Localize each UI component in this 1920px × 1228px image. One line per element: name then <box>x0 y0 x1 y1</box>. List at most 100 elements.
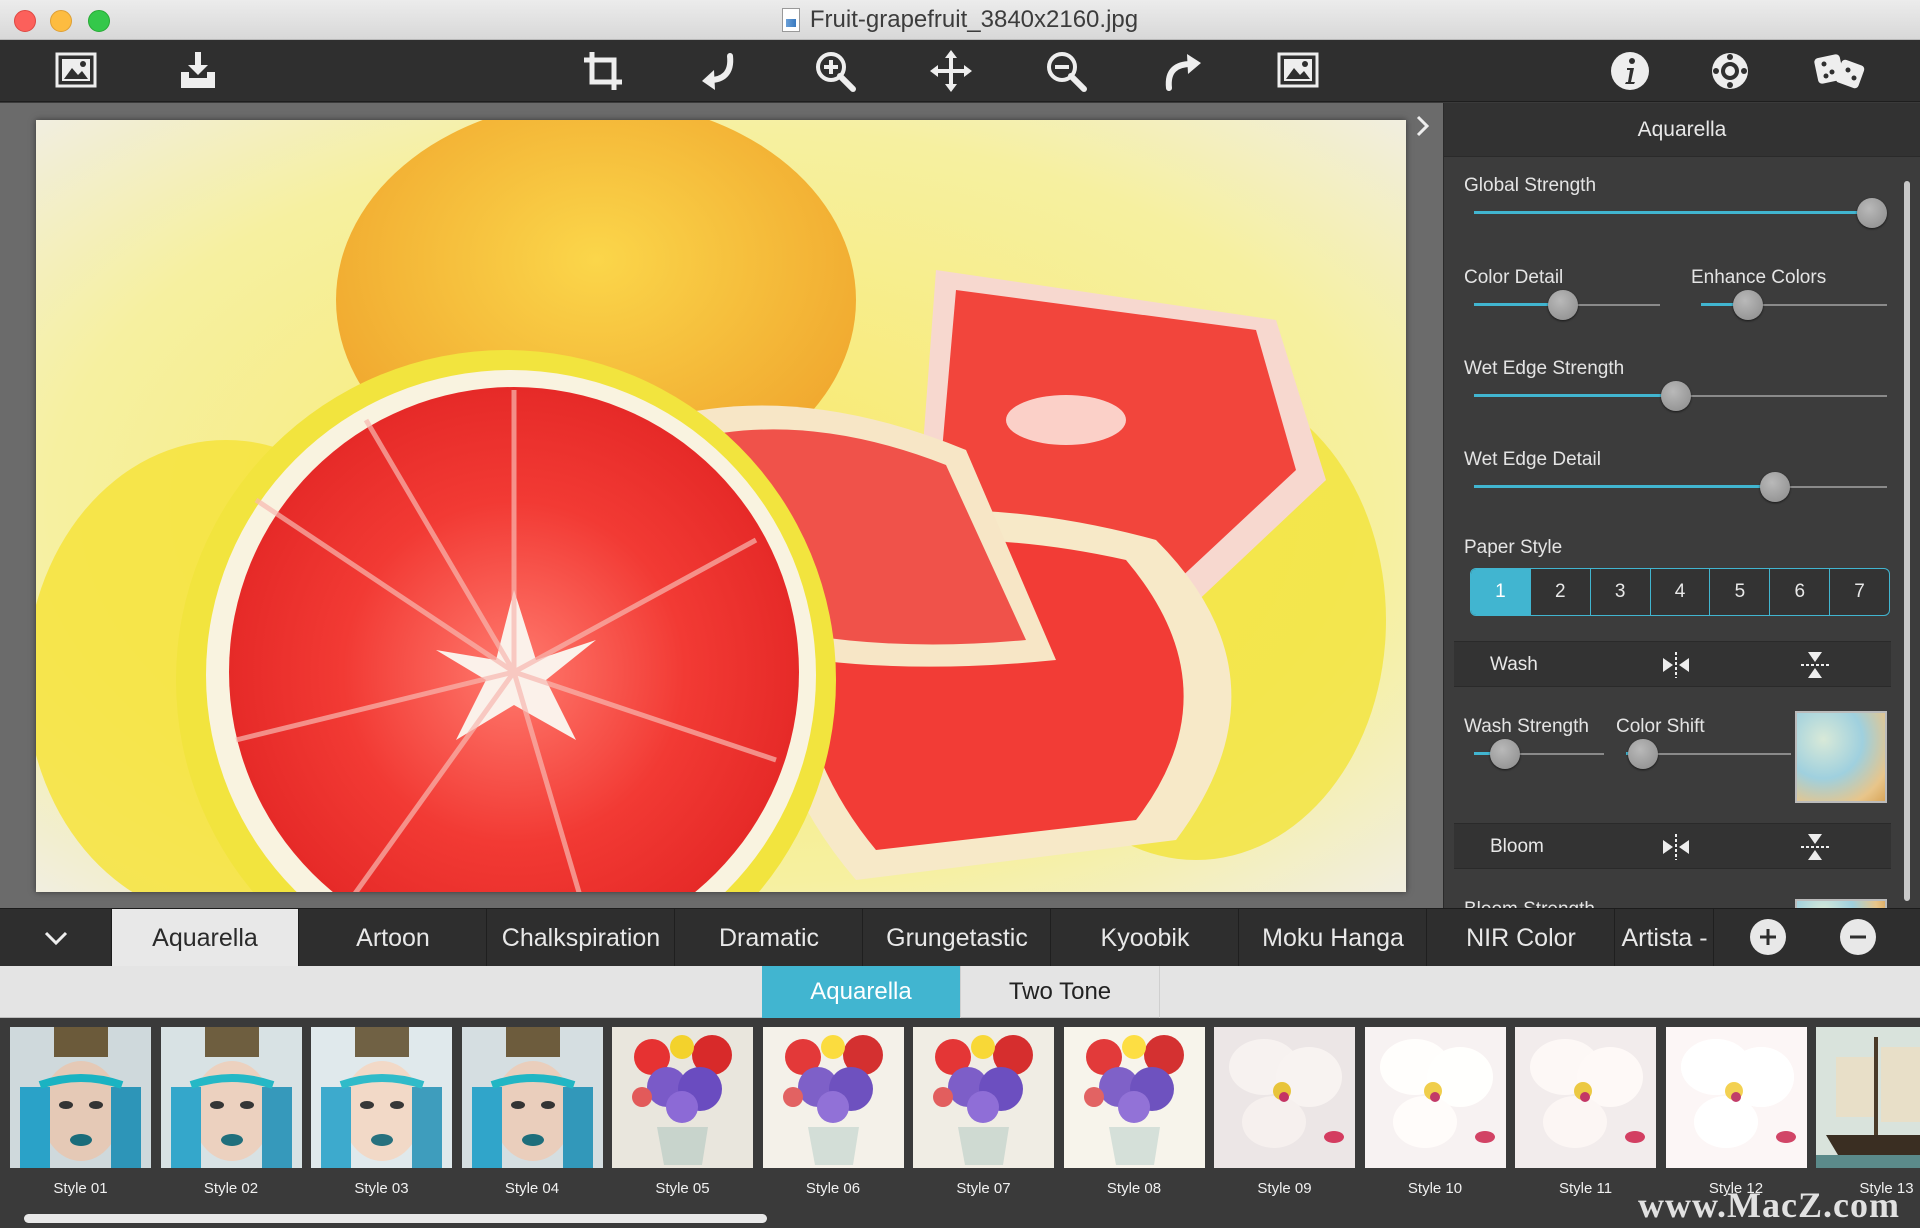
subtab-aquarella[interactable]: Aquarella <box>762 966 961 1018</box>
slider-knob[interactable] <box>1548 290 1579 320</box>
plus-icon <box>1760 929 1776 945</box>
enhance-colors-label: Enhance Colors <box>1691 267 1827 288</box>
info-button[interactable] <box>1600 46 1660 96</box>
style-thumbnail-label: Style 01 <box>53 1180 108 1197</box>
category-tab-grungetastic[interactable]: Grungetastic <box>864 909 1051 967</box>
crop-icon <box>584 52 622 90</box>
redo-button[interactable] <box>1152 46 1212 96</box>
category-tab-chalkspiration[interactable]: Chalkspiration <box>488 909 675 967</box>
wash-label: Wash <box>1490 654 1538 675</box>
style-preview-image <box>762 1027 904 1168</box>
style-thumbnail[interactable] <box>10 1027 151 1168</box>
open-image-button[interactable] <box>46 46 106 96</box>
bloom-section-header[interactable]: Bloom <box>1454 823 1891 869</box>
style-thumbnail[interactable] <box>1063 1027 1205 1168</box>
paper-style-option-5[interactable]: 5 <box>1709 569 1769 615</box>
style-preview-image <box>1816 1027 1920 1168</box>
style-thumbnail-label: Style 07 <box>956 1180 1011 1197</box>
flip-horizontal-icon[interactable] <box>1660 832 1692 862</box>
slider-knob[interactable] <box>1661 381 1692 411</box>
wet-edge-detail-slider[interactable] <box>1474 472 1887 502</box>
wet-edge-strength-slider[interactable] <box>1474 381 1887 411</box>
info-icon <box>1611 52 1649 90</box>
global-strength-slider[interactable] <box>1474 198 1887 228</box>
style-thumbnail[interactable] <box>160 1027 302 1168</box>
random-button[interactable] <box>1810 46 1870 96</box>
paper-style-option-7[interactable]: 7 <box>1829 569 1889 615</box>
zoom-in-button[interactable] <box>805 46 865 96</box>
subtab-two-tone[interactable]: Two Tone <box>961 966 1160 1018</box>
watermark-text: www.MacZ.com <box>1638 1185 1900 1225</box>
fit-image-button[interactable] <box>1268 46 1328 96</box>
style-thumbnail[interactable] <box>1214 1027 1355 1168</box>
style-preview-image <box>1665 1027 1807 1168</box>
panel-scrollbar[interactable] <box>1904 181 1910 901</box>
style-thumbnail[interactable] <box>1515 1027 1656 1168</box>
style-thumbnail[interactable] <box>1364 1027 1506 1168</box>
window-title-group: Fruit-grapefruit_3840x2160.jpg <box>0 0 1920 40</box>
style-thumbnail-label: Style 06 <box>805 1180 861 1197</box>
paper-style-option-6[interactable]: 6 <box>1769 569 1829 615</box>
style-thumbnail[interactable] <box>311 1027 452 1168</box>
slider-knob[interactable] <box>1760 472 1791 502</box>
zoom-out-button[interactable] <box>1036 46 1096 96</box>
bloom-texture-swatch[interactable] <box>1795 899 1887 908</box>
paper-style-option-3[interactable]: 3 <box>1589 569 1650 615</box>
random-dice-icon <box>1814 54 1865 89</box>
wash-texture-swatch[interactable] <box>1795 711 1887 803</box>
redo-icon <box>1165 54 1201 91</box>
style-thumbnail[interactable] <box>1665 1027 1807 1168</box>
pan-button[interactable] <box>921 46 981 96</box>
category-tab-dramatic[interactable]: Dramatic <box>676 909 863 967</box>
paper-style-option-2[interactable]: 2 <box>1529 569 1590 615</box>
color-shift-label: Color Shift <box>1616 716 1705 737</box>
wash-section-header[interactable]: Wash <box>1454 641 1891 687</box>
slider-knob[interactable] <box>1490 739 1521 769</box>
color-detail-slider[interactable] <box>1474 290 1660 320</box>
style-preview-image <box>10 1027 151 1168</box>
zoom-in-icon <box>816 52 856 92</box>
style-thumbnail[interactable] <box>762 1027 904 1168</box>
slider-knob[interactable] <box>1627 739 1658 769</box>
slider-knob[interactable] <box>1857 198 1887 228</box>
remove-category-button[interactable] <box>1840 919 1876 955</box>
style-preview-image <box>1063 1027 1205 1168</box>
image-canvas[interactable] <box>0 103 1443 908</box>
undo-button[interactable] <box>689 46 749 96</box>
style-thumbnail[interactable] <box>913 1027 1054 1168</box>
style-thumbnail[interactable] <box>612 1027 753 1168</box>
category-tab-artoon[interactable]: Artoon <box>300 909 487 967</box>
category-tab-artista[interactable]: Artista - <box>1616 909 1714 967</box>
color-shift-slider[interactable] <box>1626 739 1791 769</box>
wash-strength-label: Wash Strength <box>1464 716 1589 737</box>
flip-horizontal-icon[interactable] <box>1660 650 1692 680</box>
settings-button[interactable] <box>1700 46 1760 96</box>
slider-knob[interactable] <box>1732 290 1763 320</box>
category-tab-kyoobik[interactable]: Kyoobik <box>1052 909 1239 967</box>
style-preview-image <box>1364 1027 1506 1168</box>
category-dropdown-button[interactable] <box>0 909 112 967</box>
paper-style-option-1[interactable]: 1 <box>1471 569 1530 615</box>
category-tab-nir-color[interactable]: NIR Color <box>1428 909 1615 967</box>
paper-style-option-4[interactable]: 4 <box>1649 569 1710 615</box>
collapse-panel-icon[interactable] <box>1410 113 1436 139</box>
enhance-colors-slider[interactable] <box>1701 290 1887 320</box>
style-preview-image <box>461 1027 603 1168</box>
category-tab-aquarella[interactable]: Aquarella <box>112 909 299 967</box>
flip-vertical-icon[interactable] <box>1799 832 1831 862</box>
flip-vertical-icon[interactable] <box>1799 650 1831 680</box>
thumbnail-scrollbar[interactable] <box>24 1214 767 1223</box>
style-thumbnail-label: Style 02 <box>203 1180 259 1197</box>
preview-image[interactable] <box>36 120 1406 892</box>
category-tab-moku-hanga[interactable]: Moku Hanga <box>1240 909 1427 967</box>
wash-strength-slider[interactable] <box>1474 739 1604 769</box>
undo-icon <box>702 53 734 90</box>
add-category-button[interactable] <box>1750 919 1786 955</box>
style-thumbnail-label: Style 05 <box>655 1180 710 1197</box>
bloom-label: Bloom <box>1490 836 1544 857</box>
style-preview-image <box>1515 1027 1656 1168</box>
crop-button[interactable] <box>573 46 633 96</box>
save-button[interactable] <box>168 46 228 96</box>
style-thumbnail[interactable] <box>1816 1027 1920 1168</box>
style-thumbnail[interactable] <box>461 1027 603 1168</box>
